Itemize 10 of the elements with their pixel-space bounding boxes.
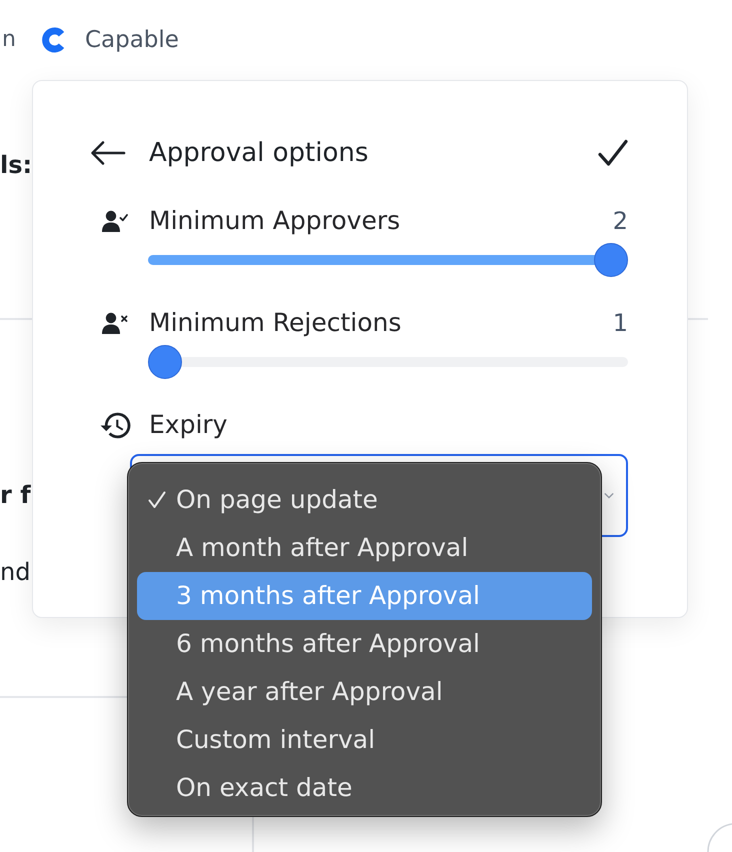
- setting-label: Expiry: [149, 409, 228, 441]
- setting-label: Minimum Approvers: [149, 205, 400, 237]
- panel-title: Approval options: [149, 137, 368, 170]
- setting-value: 2: [612, 206, 628, 237]
- field-label: r f: [0, 480, 31, 510]
- setting-label: Minimum Rejections: [149, 307, 402, 339]
- field-label: ls:: [0, 150, 32, 180]
- field-label: nd: [0, 557, 30, 587]
- setting-value: 1: [612, 308, 628, 339]
- brand-name: Capable: [84, 26, 179, 54]
